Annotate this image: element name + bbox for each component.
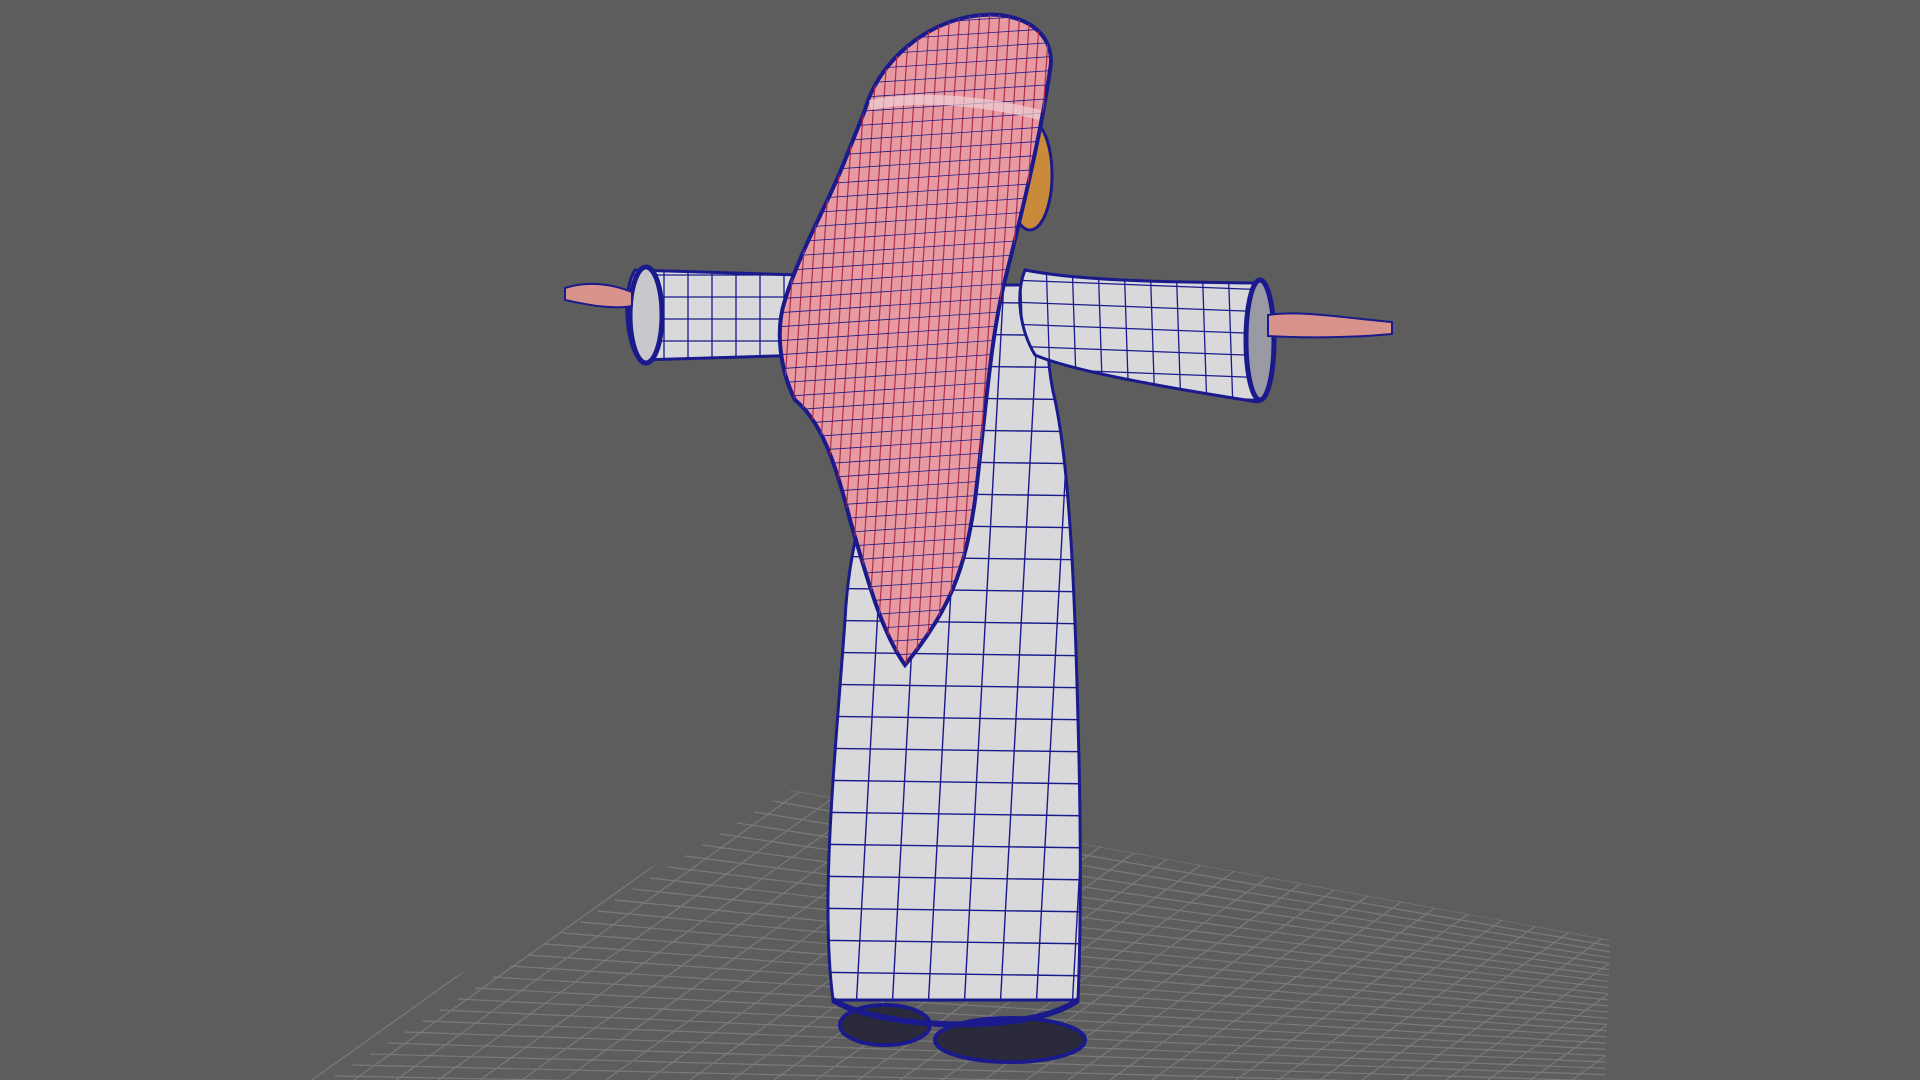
wire-line	[1740, 780, 1920, 1080]
wire-line	[1782, 780, 1920, 1080]
right-sleeve-cuff	[1243, 277, 1277, 403]
wire-line	[1529, 790, 1610, 1080]
wire-line	[1824, 780, 1920, 1080]
wire-line	[1445, 790, 1610, 1080]
wire-line	[667, 866, 1610, 984]
wire-line	[270, 790, 355, 1080]
3d-viewport[interactable]	[0, 0, 1920, 1080]
wire-line	[562, 932, 1610, 1022]
wire-line	[270, 790, 271, 1080]
wire-line	[1866, 780, 1920, 1080]
wire-line	[1487, 790, 1610, 1080]
left-hand	[564, 282, 633, 309]
viewport-scene[interactable]	[0, 0, 1920, 1080]
left-sleeve-cuff	[627, 264, 665, 366]
wire-line	[270, 790, 313, 1080]
wire-line	[1614, 780, 1920, 1080]
wire-line	[1908, 780, 1920, 1080]
wire-line	[1656, 780, 1920, 1080]
wire-line	[1571, 790, 1610, 1080]
right-hand	[1267, 312, 1393, 339]
character-model[interactable]	[564, 0, 1393, 1064]
wire-line	[1698, 780, 1920, 1080]
wire-line	[270, 790, 397, 1080]
wire-line	[544, 943, 1610, 1028]
